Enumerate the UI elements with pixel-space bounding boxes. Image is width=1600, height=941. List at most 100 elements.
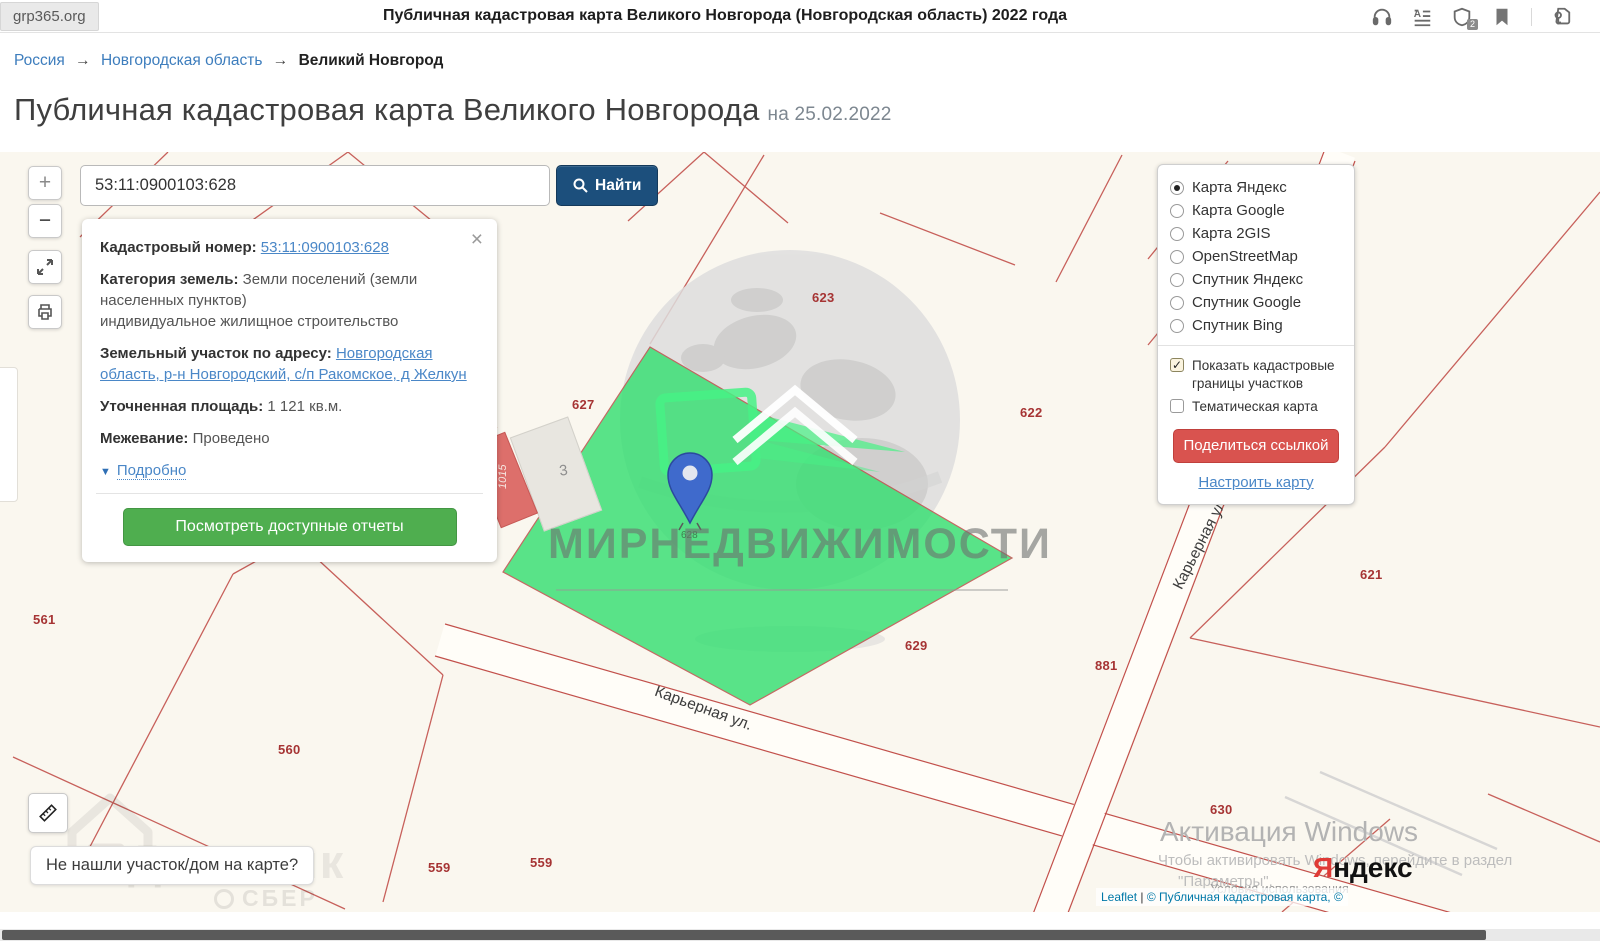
chevron-down-icon: ▼ [100, 466, 111, 478]
building-number: 3 [558, 461, 569, 480]
checkbox-label: Тематическая карта [1192, 399, 1318, 415]
panel-divider [1158, 345, 1354, 346]
radio-icon[interactable] [1170, 203, 1184, 218]
leaflet-link[interactable]: Leaflet [1101, 890, 1137, 904]
radio-icon[interactable] [1170, 272, 1184, 287]
layer-option-label: Карта Google [1192, 202, 1285, 219]
view-reports-button[interactable]: Посмотреть доступные отчеты [122, 508, 457, 546]
ruler-icon [39, 804, 57, 822]
breadcrumb: Россия → Новгородская область → Великий … [14, 52, 443, 70]
windows-activation-title: Активация Windows [1160, 816, 1419, 847]
search-input[interactable] [80, 165, 550, 206]
site-badge[interactable]: grp365.org [0, 2, 99, 31]
radio-icon[interactable] [1170, 180, 1184, 195]
breadcrumb-separator: → [272, 52, 289, 69]
checkbox-icon[interactable] [1170, 399, 1184, 414]
map-attribution: Leaflet | © Публичная кадастровая карта,… [1096, 888, 1348, 906]
parcel-number-label: 560 [278, 742, 301, 757]
yandex-logo: Яндекс [1313, 852, 1413, 883]
radio-icon[interactable] [1170, 318, 1184, 333]
cadastral-number-row: Кадастровый номер: 53:11:0900103:628 [100, 239, 389, 256]
tracking-shield-icon[interactable]: 2 [1451, 6, 1478, 30]
printer-icon [38, 304, 52, 320]
layer-checkbox-row[interactable]: Тематическая карта [1170, 395, 1342, 419]
parcel-number-label: 630 [1210, 802, 1233, 817]
pkk-link[interactable]: © Публичная кадастровая карта, © [1147, 890, 1343, 904]
checkbox-icon[interactable]: ✓ [1170, 358, 1184, 372]
address-row: Земельный участок по адресу: Новгородска… [100, 345, 467, 383]
parcel-number-label: 559 [428, 860, 451, 875]
layer-option[interactable]: Спутник Google [1170, 291, 1342, 314]
parcel-number-label: 881 [1095, 658, 1118, 673]
layer-option[interactable]: Спутник Яндекс [1170, 268, 1342, 291]
zoom-in-button[interactable]: + [28, 166, 62, 200]
immersive-reader-icon[interactable]: A [1411, 6, 1433, 28]
configure-map-link[interactable]: Настроить карту [1170, 474, 1342, 491]
layer-option[interactable]: OpenStreetMap [1170, 245, 1342, 268]
print-button[interactable] [28, 295, 62, 329]
realty-watermark: МИРНЕДВИЖИМОСТИ [548, 520, 1052, 568]
bookmark-icon[interactable] [1491, 6, 1513, 28]
layer-option[interactable]: Карта Яндекс [1170, 176, 1342, 199]
not-found-label[interactable]: Не нашли участок/дом на карте? [30, 846, 315, 885]
radio-icon[interactable] [1170, 295, 1184, 310]
breadcrumb-separator: → [75, 52, 91, 69]
layer-option[interactable]: Карта Google [1170, 199, 1342, 222]
layer-option-label: OpenStreetMap [1192, 248, 1298, 265]
layer-option[interactable]: Карта 2GIS [1170, 222, 1342, 245]
zoom-out-button[interactable]: − [28, 204, 62, 238]
measure-button[interactable] [28, 793, 68, 833]
horizontal-scrollbar[interactable] [0, 929, 1600, 941]
realty-watermark-underline [556, 589, 1008, 591]
layer-checkbox-row[interactable]: ✓ Показать кадастровые границы участков [1170, 354, 1342, 395]
svg-text:A: A [1414, 9, 1422, 20]
layer-option[interactable]: Спутник Bing [1170, 314, 1342, 337]
expand-icon [37, 259, 53, 275]
parcel-info-card: × Кадастровый номер: 53:11:0900103:628 К… [82, 219, 497, 562]
sber-watermark: СБЕР [214, 885, 318, 912]
layer-checkboxes: ✓ Показать кадастровые границы участков Те… [1170, 354, 1342, 419]
edge-building [0, 367, 18, 502]
toolbar-divider [1531, 8, 1532, 26]
parcel-number-label: 622 [1020, 405, 1043, 420]
headphones-icon[interactable] [1371, 6, 1393, 28]
area-row: Уточненная площадь: 1 121 кв.м. [100, 398, 343, 415]
layer-options: Карта Яндекс Карта Google Карта 2GIS OpenSt… [1170, 176, 1342, 337]
shield-badge-count: 2 [1466, 19, 1478, 30]
checkbox-label: Показать кадастровые границы участков [1192, 358, 1335, 391]
layer-option-label: Карта Яндекс [1192, 179, 1287, 196]
details-toggle[interactable]: ▼ Подробно [100, 460, 479, 481]
share-link-button[interactable]: Поделиться ссылкой [1173, 428, 1339, 463]
scrollbar-thumb[interactable] [2, 930, 1486, 940]
layer-option-label: Спутник Google [1192, 294, 1302, 311]
page-tab-title: Публичная кадастровая карта Великого Нов… [383, 7, 1067, 24]
search-icon [573, 178, 588, 193]
close-icon[interactable]: × [471, 229, 483, 250]
sber-logo-ring [214, 889, 234, 909]
parcel-number-label: 623 [812, 290, 835, 305]
profile-key-icon[interactable] [1550, 6, 1572, 28]
map-canvas[interactable]: 623 627 622 561 560 559 559 629 881 621 630 628 Ка… [0, 152, 1600, 912]
search-bar: Найти [80, 165, 659, 206]
radio-icon[interactable] [1170, 249, 1184, 264]
parcel-number-label: 559 [530, 855, 553, 870]
cadastral-number-link[interactable]: 53:11:0900103:628 [261, 239, 389, 256]
fullscreen-button[interactable] [28, 250, 62, 284]
building-number: 1015 [497, 464, 510, 489]
parcel-number-label: 621 [1360, 567, 1383, 582]
parcel-number-label: 561 [33, 612, 56, 627]
radio-icon[interactable] [1170, 226, 1184, 241]
breadcrumb-russia[interactable]: Россия [14, 52, 65, 69]
survey-row: Межевание: Проведено [100, 430, 270, 447]
map-date: на 25.02.2022 [767, 104, 892, 125]
browser-bar: grp365.org Публичная кадастровая карта В… [0, 0, 1600, 33]
land-category-row: Категория земель: Земли поселений (земли… [100, 271, 418, 330]
layer-option-label: Спутник Яндекс [1192, 271, 1304, 288]
layer-option-label: Карта 2GIS [1192, 225, 1271, 242]
cadastral-map-page: grp365.org Публичная кадастровая карта В… [0, 0, 1600, 941]
breadcrumb-region[interactable]: Новгородская область [101, 52, 263, 69]
layer-option-label: Спутник Bing [1192, 317, 1283, 334]
page-title: Публичная кадастровая карта Великого Нов… [14, 92, 892, 127]
layers-panel: Карта Яндекс Карта Google Карта 2GIS OpenSt… [1157, 164, 1355, 505]
search-button[interactable]: Найти [556, 165, 659, 206]
